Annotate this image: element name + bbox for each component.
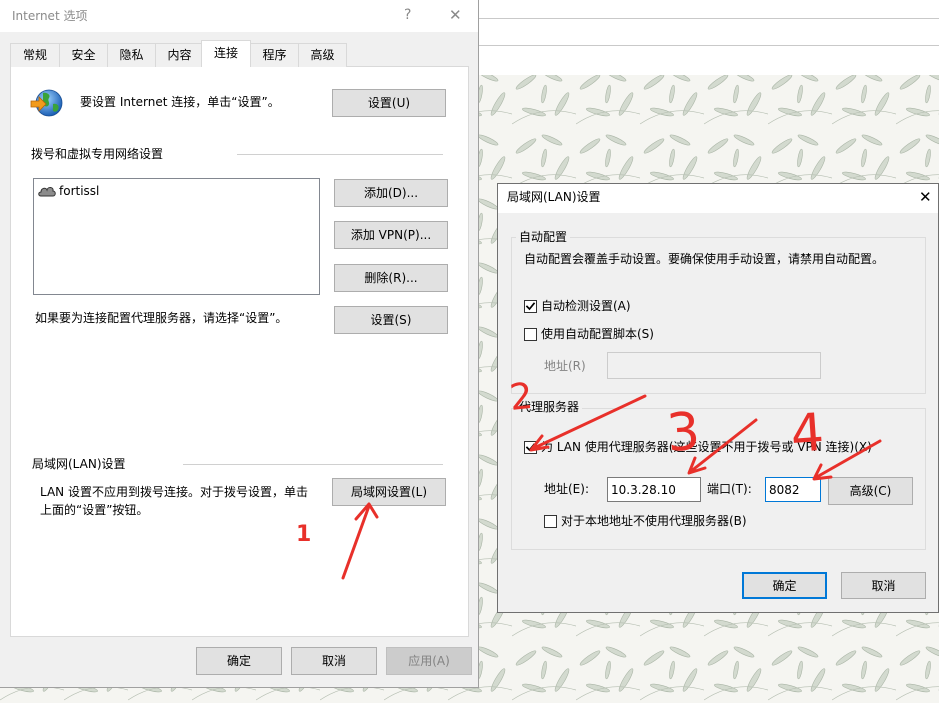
- auto-detect-checkbox[interactable]: [524, 300, 537, 313]
- connection-name: fortissl: [59, 184, 100, 198]
- lan-settings-button[interactable]: 局域网设置(L): [332, 478, 446, 506]
- internet-options-window: Internet 选项 ? ✕ 常规 安全 隐私 内容 连接 程序 高级 要设置…: [0, 0, 479, 688]
- background-divider: [479, 18, 939, 19]
- tab-security[interactable]: 安全: [59, 43, 108, 67]
- auto-config-description: 自动配置会覆盖手动设置。要确保使用手动设置，请禁用自动配置。: [524, 252, 885, 266]
- tab-general[interactable]: 常规: [10, 43, 60, 67]
- use-proxy-label[interactable]: 为 LAN 使用代理服务器(这些设置不用于拨号或 VPN 连接)(X): [541, 439, 872, 455]
- ok-button[interactable]: 确定: [196, 647, 282, 675]
- connection-settings-button[interactable]: 设置(S): [334, 306, 448, 334]
- checkmark-icon: [525, 443, 536, 452]
- bypass-local-label[interactable]: 对于本地地址不使用代理服务器(B): [561, 513, 747, 529]
- remove-connection-button[interactable]: 删除(R)...: [334, 264, 448, 292]
- close-button[interactable]: ✕: [449, 6, 462, 24]
- proxy-port-label: 端口(T):: [707, 482, 752, 496]
- title-bar[interactable]: Internet 选项 ? ✕: [0, 0, 478, 32]
- background-window-area: [479, 0, 939, 75]
- bypass-local-checkbox[interactable]: [544, 515, 557, 528]
- section-divider: [183, 464, 443, 465]
- setup-button[interactable]: 设置(U): [332, 89, 446, 117]
- auto-detect-label[interactable]: 自动检测设置(A): [541, 298, 631, 314]
- tab-privacy[interactable]: 隐私: [107, 43, 156, 67]
- proxy-server-heading: 代理服务器: [516, 399, 583, 415]
- script-address-input[interactable]: [607, 352, 821, 379]
- add-vpn-button[interactable]: 添加 VPN(P)...: [334, 221, 448, 249]
- checkmark-icon: [525, 302, 536, 311]
- lan-settings-heading: 局域网(LAN)设置: [32, 457, 126, 471]
- proxy-address-input[interactable]: [607, 477, 701, 502]
- auto-config-heading: 自动配置: [516, 229, 571, 245]
- setup-instruction: 要设置 Internet 连接，单击“设置”。: [80, 95, 280, 109]
- lan-hint-line-1: LAN 设置不应用到拨号连接。对于拨号设置，单击: [40, 485, 308, 499]
- use-proxy-checkbox[interactable]: [524, 441, 537, 454]
- help-button[interactable]: ?: [404, 6, 411, 24]
- vpn-connection-icon: [38, 187, 56, 197]
- advanced-button[interactable]: 高级(C): [828, 477, 913, 505]
- cancel-button[interactable]: 取消: [841, 572, 926, 599]
- tab-advanced[interactable]: 高级: [298, 43, 347, 67]
- proxy-hint: 如果要为连接配置代理服务器，请选择“设置”。: [35, 311, 288, 325]
- connection-list[interactable]: fortissl: [33, 178, 320, 295]
- lan-hint-line-2: 上面的“设置”按钮。: [40, 503, 149, 517]
- dialog-title: 局域网(LAN)设置: [507, 190, 601, 204]
- script-address-label: 地址(R): [544, 359, 586, 373]
- apply-button[interactable]: 应用(A): [386, 647, 472, 675]
- list-item[interactable]: fortissl: [34, 179, 314, 198]
- ok-button[interactable]: 确定: [742, 572, 827, 599]
- title-bar[interactable]: 局域网(LAN)设置 ✕: [498, 184, 938, 213]
- lan-settings-dialog: 局域网(LAN)设置 ✕ 自动配置 自动配置会覆盖手动设置。要确保使用手动设置，…: [497, 183, 939, 613]
- section-divider: [237, 154, 443, 155]
- dialup-vpn-heading: 拨号和虚拟专用网络设置: [31, 147, 164, 161]
- proxy-port-input[interactable]: [765, 477, 821, 502]
- close-button[interactable]: ✕: [919, 188, 932, 206]
- tab-programs[interactable]: 程序: [250, 43, 299, 67]
- use-script-checkbox[interactable]: [524, 328, 537, 341]
- add-connection-button[interactable]: 添加(D)...: [334, 179, 448, 207]
- tab-connections[interactable]: 连接: [201, 40, 251, 67]
- tab-content[interactable]: 内容: [155, 43, 204, 67]
- internet-globe-icon: [30, 89, 63, 117]
- cancel-button[interactable]: 取消: [291, 647, 377, 675]
- background-divider: [479, 45, 939, 46]
- window-title: Internet 选项: [12, 9, 88, 23]
- use-script-label[interactable]: 使用自动配置脚本(S): [541, 326, 654, 342]
- proxy-address-label: 地址(E):: [544, 482, 589, 496]
